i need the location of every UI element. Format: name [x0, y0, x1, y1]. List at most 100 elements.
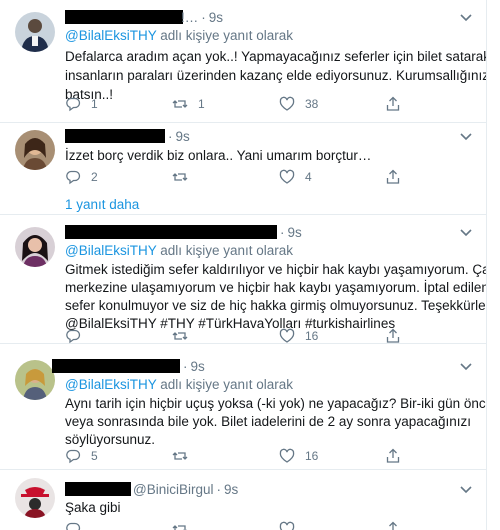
retweet-icon [172, 525, 187, 530]
share-button[interactable] [385, 328, 401, 344]
redacted-name [52, 359, 180, 373]
share-icon [386, 521, 400, 530]
reply-button[interactable]: 1 [65, 96, 98, 112]
tweet-text-line: İzzet borç verdik biz onlara.. Yani umar… [65, 148, 372, 163]
reply-icon [66, 97, 81, 112]
retweet-button[interactable] [172, 328, 198, 344]
chevron-down-icon[interactable] [460, 228, 472, 238]
chevron-down-icon[interactable] [460, 362, 472, 372]
more-replies-row: 1 yanıt daha [0, 186, 486, 215]
like-count: 4 [305, 170, 312, 184]
timestamp[interactable]: 9s [191, 359, 205, 374]
tweet-5[interactable]: @BiniciBirgul · 9s Şaka gibi [0, 472, 486, 530]
tweet-4[interactable]: · 9s @BilalEksiTHY adlı kişiye yanıt ola… [0, 352, 486, 470]
retweet-icon [172, 100, 188, 108]
reply-button[interactable] [65, 521, 91, 530]
reply-count: 5 [91, 449, 98, 463]
heart-icon [279, 328, 295, 343]
tweet-text-line: sefer konulmuyor ve siz de hiç hakka gir… [65, 298, 487, 313]
heart-icon [279, 521, 295, 530]
retweet-icon [172, 452, 188, 460]
chevron-down-icon[interactable] [460, 485, 472, 495]
retweet-button[interactable] [172, 521, 198, 530]
avatar[interactable] [15, 478, 55, 518]
tweet-text-line: Defalarca aradım açan yok..! Yapmayacağı… [65, 49, 487, 64]
retweet-button[interactable] [172, 448, 198, 464]
timestamp[interactable]: 9s [224, 482, 238, 497]
share-button[interactable] [385, 169, 401, 185]
tweet-text-line: insanların paraları üzerinden kazanç eld… [65, 68, 487, 83]
reply-icon [66, 449, 81, 464]
tweet-text-line: veya sonrasında bile yok. Bilet iadeleri… [65, 414, 471, 429]
tweet-text-line: Aynı tarih için hiçbir uçuş yoksa (-ki y… [65, 396, 487, 411]
chevron-down-icon[interactable] [460, 13, 472, 23]
handle-fragment: !… [181, 9, 199, 25]
share-button[interactable] [385, 521, 401, 530]
avatar[interactable] [15, 360, 55, 400]
redacted-name [65, 129, 165, 143]
reply-icon [66, 522, 81, 530]
like-button[interactable] [279, 521, 305, 530]
reply-to-handle-link[interactable]: @BilalEksiTHY [65, 28, 156, 43]
retweet-icon [172, 332, 188, 340]
heart-icon [279, 96, 295, 111]
tweet-text-line: Gitmek istediğim sefer kaldırılıyor ve h… [65, 262, 487, 277]
replying-to: @BilalEksiTHY adlı kişiye yanıt olarak [65, 377, 294, 392]
share-button[interactable] [385, 96, 401, 112]
action-bar [65, 521, 425, 530]
action-bar: 16 [65, 328, 425, 346]
handle[interactable]: @BiniciBirgul [133, 482, 213, 497]
tweet-text-line: merkezine ulaşamıyorum ve hiçbir hak kay… [65, 280, 487, 295]
redacted-name [65, 225, 277, 239]
reply-button[interactable] [65, 328, 91, 344]
timestamp[interactable]: 9s [209, 10, 223, 25]
like-button[interactable]: 16 [279, 328, 318, 344]
retweet-count: 1 [198, 97, 205, 111]
reply-icon [66, 170, 81, 185]
action-bar: 5 16 [65, 448, 425, 466]
retweet-button[interactable] [172, 169, 198, 185]
avatar[interactable] [15, 12, 55, 52]
timestamp[interactable]: 9s [176, 129, 190, 144]
tweet-text-line: Şaka gibi [65, 500, 121, 515]
share-icon [386, 448, 400, 463]
tweet-2[interactable]: · 9s İzzet borç verdik biz onlara.. Yani… [0, 124, 486, 187]
heart-icon [279, 169, 295, 184]
like-button[interactable]: 38 [279, 96, 318, 112]
reply-count: 2 [91, 170, 98, 184]
reply-button[interactable]: 2 [65, 169, 98, 185]
action-bar: 2 4 [65, 169, 425, 187]
tweet-header: @BiniciBirgul · 9s [65, 481, 238, 497]
share-icon [386, 328, 400, 343]
redacted-name [65, 482, 131, 496]
reply-count: 1 [91, 97, 98, 111]
show-more-replies-link[interactable]: 1 yanıt daha [65, 197, 139, 212]
retweet-button[interactable]: 1 [172, 96, 205, 112]
avatar[interactable] [15, 130, 55, 170]
tweet-3[interactable]: · 9s @BilalEksiTHY adlı kişiye yanıt ola… [0, 215, 486, 344]
like-button[interactable]: 4 [279, 169, 312, 185]
like-button[interactable]: 16 [279, 448, 318, 464]
reply-button[interactable]: 5 [65, 448, 98, 464]
avatar[interactable] [15, 227, 55, 267]
reply-to-handle-link[interactable]: @BilalEksiTHY [65, 243, 156, 258]
replying-to: @BilalEksiTHY adlı kişiye yanıt olarak [65, 243, 294, 258]
share-icon [386, 169, 400, 184]
share-icon [386, 96, 400, 111]
redacted-name [65, 10, 183, 24]
tweet-header: · 9s [65, 128, 190, 144]
timestamp[interactable]: 9s [288, 225, 302, 240]
tweet-text-line: söylüyorsunuz. [65, 432, 156, 447]
heart-icon [279, 448, 295, 463]
tweet-header: · 9s [52, 358, 205, 374]
reply-feed: !… · 9s @BilalEksiTHY adlı kişiye yanıt … [0, 0, 487, 530]
tweet-1-actions-row: 1 1 38 [0, 96, 486, 123]
action-bar: 1 1 38 [65, 96, 425, 114]
replying-to: @BilalEksiTHY adlı kişiye yanıt olarak [65, 28, 294, 43]
like-count: 16 [305, 329, 319, 343]
reply-icon [66, 329, 81, 344]
share-button[interactable] [385, 448, 401, 464]
reply-to-handle-link[interactable]: @BilalEksiTHY [65, 377, 156, 392]
chevron-down-icon[interactable] [460, 132, 472, 142]
like-count: 16 [305, 449, 319, 463]
